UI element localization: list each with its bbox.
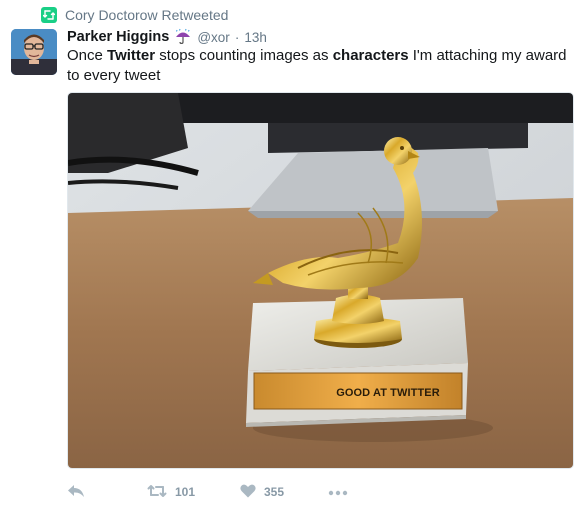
- retweet-count: 101: [175, 485, 196, 499]
- author-name[interactable]: Parker Higgins: [67, 29, 169, 45]
- tweet-text-segment: Once: [67, 47, 108, 64]
- tweet-photo[interactable]: GOOD AT TWITTER: [67, 92, 574, 469]
- author-handle[interactable]: @xor: [197, 30, 229, 45]
- heart-icon: [240, 484, 256, 501]
- tweet-text-segment-bold: characters: [332, 47, 409, 64]
- tweet[interactable]: Cory Doctorow Retweeted Parker Higgins @…: [0, 0, 583, 514]
- reply-icon: [67, 484, 85, 501]
- avatar[interactable]: [11, 29, 57, 75]
- umbrella-rain-icon: [174, 28, 192, 47]
- retweet-context: Cory Doctorow Retweeted: [41, 6, 228, 24]
- like-count: 355: [264, 485, 285, 499]
- like-button[interactable]: 355: [240, 484, 328, 501]
- tweet-timestamp[interactable]: 13h: [244, 30, 267, 45]
- retweet-context-label[interactable]: Cory Doctorow Retweeted: [65, 7, 228, 23]
- retweet-button[interactable]: 101: [147, 484, 240, 501]
- reply-button[interactable]: [67, 484, 137, 501]
- retweet-icon: [41, 7, 57, 23]
- tweet-text-segment: stops counting images as: [155, 47, 333, 64]
- tweet-actions: 101 355: [67, 482, 358, 502]
- tweet-header: Parker Higgins @xor · 13h: [67, 27, 267, 47]
- tweet-text: Once Twitter stops counting images as ch…: [67, 46, 567, 86]
- plaque-text: GOOD AT TWITTER: [336, 387, 440, 399]
- retweet-icon: [147, 484, 167, 501]
- more-dots-icon: [328, 485, 348, 499]
- tweet-text-segment-bold: Twitter: [107, 47, 156, 64]
- more-button[interactable]: [328, 485, 358, 499]
- separator-dot: ·: [234, 29, 240, 45]
